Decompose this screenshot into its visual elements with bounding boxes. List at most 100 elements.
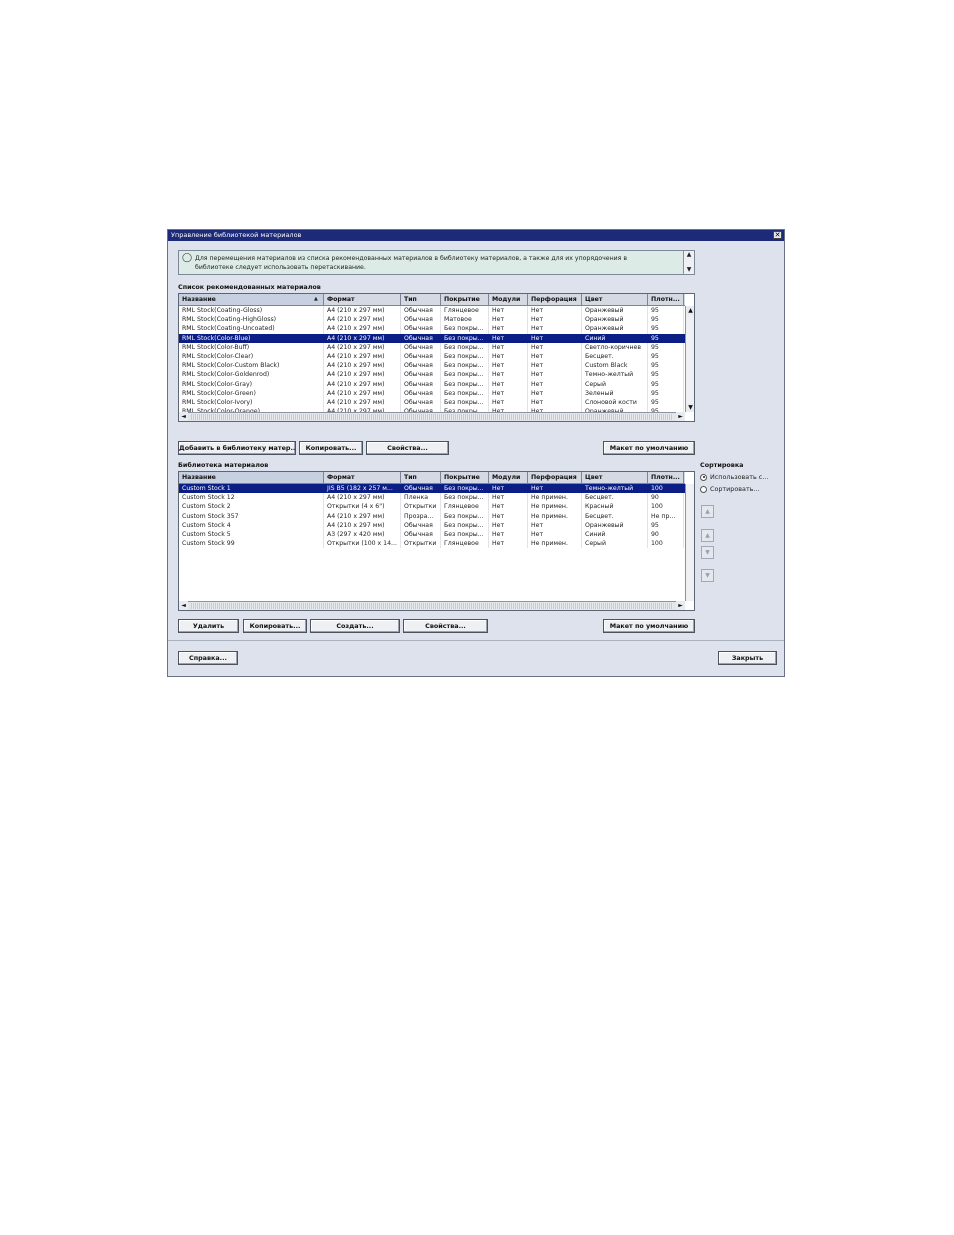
column-header[interactable]: Покрытие xyxy=(441,294,489,305)
table-row[interactable]: Custom Stock 357 A4 (210 x 297 мм) Прозра.… xyxy=(179,511,685,521)
column-header[interactable]: Модули xyxy=(489,472,528,483)
library-table[interactable]: Название Формат Тип Покрытие Модули Перфораци… xyxy=(178,471,695,611)
properties-library-button[interactable]: Свойства... xyxy=(403,619,488,633)
table-cell: Матовое xyxy=(441,315,489,325)
table-row[interactable]: Custom Stock 2 Открытки (4 x 6") Открытки Г… xyxy=(179,502,685,512)
table-row[interactable]: RML Stock(Color-Clear) A4 (210 x 297 мм) О… xyxy=(179,352,685,362)
move-top-icon[interactable]: ▲ xyxy=(701,505,714,518)
table-cell: Без покры... xyxy=(441,398,489,408)
vertical-scrollbar[interactable]: ▲ ▼ xyxy=(685,306,694,412)
table-cell: A3 (297 x 420 мм) xyxy=(324,530,401,540)
scroll-thumb[interactable] xyxy=(191,414,673,420)
table-row[interactable]: Custom Stock 99 Открытки (100 x 14... Откр… xyxy=(179,539,685,549)
table-cell: Нет xyxy=(528,388,582,398)
column-header[interactable]: Покрытие xyxy=(441,472,489,483)
table-cell: RML Stock(Color-Blue) xyxy=(179,333,324,343)
close-button[interactable]: Закрыть xyxy=(718,651,777,665)
table-cell: Обычная xyxy=(401,520,441,530)
column-header[interactable]: Название xyxy=(179,294,324,305)
table-cell: Обычная xyxy=(401,315,441,325)
delete-button[interactable]: Удалить xyxy=(178,619,239,633)
table-row[interactable]: RML Stock(Color-Blue) A4 (210 x 297 мм) Об… xyxy=(179,333,685,343)
copy-library-button[interactable]: Копировать... xyxy=(243,619,307,633)
table-cell: RML Stock(Color-Ivory) xyxy=(179,398,324,408)
table-cell: 100 xyxy=(648,502,684,512)
help-button[interactable]: Справка... xyxy=(178,651,238,665)
column-header[interactable]: Тип xyxy=(401,294,441,305)
table-cell: 95 xyxy=(648,388,684,398)
scroll-up-icon[interactable]: ▲ xyxy=(684,251,694,259)
column-header[interactable]: Плотн... xyxy=(648,472,684,483)
table-cell: Глянцевое xyxy=(441,502,489,512)
table-cell: Нет xyxy=(489,530,528,540)
table-row[interactable]: RML Stock(Color-Goldenrod) A4 (210 x 297 … xyxy=(179,370,685,380)
table-row[interactable]: Custom Stock 12 A4 (210 x 297 мм) Пленка Бе… xyxy=(179,493,685,503)
move-down-icon[interactable]: ▼ xyxy=(701,546,714,559)
table-row[interactable]: RML Stock(Color-Gray) A4 (210 x 297 мм) Об… xyxy=(179,379,685,389)
table-cell: Без покры... xyxy=(441,324,489,334)
column-header[interactable]: Перфорация xyxy=(528,472,582,483)
vertical-scrollbar[interactable] xyxy=(685,484,694,601)
column-header[interactable]: Формат xyxy=(324,472,401,483)
column-header[interactable]: Название xyxy=(179,472,324,483)
radio-empty-icon[interactable] xyxy=(700,485,707,493)
info-text: Для перемещения материалов из списка рек… xyxy=(195,255,675,272)
table-cell: Серый xyxy=(582,379,648,389)
table-row[interactable]: Custom Stock 5 A3 (297 x 420 мм) Обычная Бе… xyxy=(179,530,685,540)
default-layout-recommended-button[interactable]: Макет по умолчанию xyxy=(603,441,695,455)
create-button[interactable]: Создать... xyxy=(310,619,400,633)
close-icon[interactable]: ✕ xyxy=(773,231,782,239)
column-header[interactable]: Тип xyxy=(401,472,441,483)
horizontal-scrollbar[interactable]: ◄ ► xyxy=(179,601,685,610)
scroll-down-icon[interactable]: ▼ xyxy=(684,266,694,274)
table-cell: Обычная xyxy=(401,530,441,540)
table-cell: Обычная xyxy=(401,370,441,380)
radio-selected-icon[interactable] xyxy=(700,473,707,481)
column-header[interactable]: Цвет xyxy=(582,294,648,305)
scroll-right-icon[interactable]: ► xyxy=(676,412,685,421)
table-cell: Нет xyxy=(528,370,582,380)
table-cell: Темно-желтый xyxy=(582,484,648,494)
table-cell: Custom Black xyxy=(582,361,648,371)
column-header[interactable]: Цвет xyxy=(582,472,648,483)
scroll-up-icon[interactable]: ▲ xyxy=(686,306,694,315)
scroll-left-icon[interactable]: ◄ xyxy=(179,412,188,421)
column-header[interactable]: Формат xyxy=(324,294,401,305)
default-layout-library-button[interactable]: Макет по умолчанию xyxy=(603,619,695,633)
table-row[interactable]: RML Stock(Color-Green) A4 (210 x 297 мм) О… xyxy=(179,388,685,398)
table-cell: Обычная xyxy=(401,398,441,408)
table-row[interactable]: RML Stock(Coating-Gloss) A4 (210 x 297 мм… xyxy=(179,306,685,316)
table-row[interactable]: Custom Stock 4 A4 (210 x 297 мм) Обычная Бе… xyxy=(179,520,685,530)
scroll-thumb[interactable] xyxy=(191,603,673,609)
horizontal-scrollbar[interactable]: ◄ ► xyxy=(179,412,685,421)
column-header[interactable]: Перфорация xyxy=(528,294,582,305)
scroll-left-icon[interactable]: ◄ xyxy=(179,601,188,610)
table-row[interactable]: RML Stock(Color-Buff) A4 (210 x 297 мм) Об… xyxy=(179,342,685,352)
table-cell: A4 (210 x 297 мм) xyxy=(324,493,401,503)
properties-recommended-button[interactable]: Свойства... xyxy=(366,441,449,455)
column-header[interactable]: Модули xyxy=(489,294,528,305)
recommended-table[interactable]: Название Формат Тип Покрытие Модули Перфораци… xyxy=(178,293,695,422)
table-cell: Прозра... xyxy=(401,511,441,521)
add-to-library-button[interactable]: Добавить в библиотеку матер... xyxy=(178,441,296,455)
move-up-icon[interactable]: ▲ xyxy=(701,529,714,542)
table-row[interactable]: RML Stock(Coating-Uncoated) A4 (210 x 297… xyxy=(179,324,685,334)
sort-option-sort[interactable]: Сортировать... xyxy=(700,485,760,494)
column-header[interactable]: Плотн... xyxy=(648,294,684,305)
table-row[interactable]: Custom Stock 1 JIS B5 (182 x 257 м... Обыч… xyxy=(179,484,685,494)
table-cell: Нет xyxy=(489,315,528,325)
table-row[interactable]: RML Stock(Color-Ivory) A4 (210 x 297 мм) О… xyxy=(179,398,685,408)
table-row[interactable]: RML Stock(Coating-HighGloss) A4 (210 x 29… xyxy=(179,315,685,325)
scroll-down-icon[interactable]: ▼ xyxy=(686,403,694,412)
table-cell: Бесцвет. xyxy=(582,352,648,362)
table-cell: Нет xyxy=(489,520,528,530)
scroll-right-icon[interactable]: ► xyxy=(676,601,685,610)
table-cell: Нет xyxy=(489,539,528,549)
sort-option-use[interactable]: Использовать с... xyxy=(700,473,768,482)
table-cell: Бесцвет. xyxy=(582,511,648,521)
info-scrollbar[interactable]: ▲ ▼ xyxy=(683,251,694,274)
move-bottom-icon[interactable]: ▼ xyxy=(701,569,714,582)
table-row[interactable]: RML Stock(Color-Custom Black) A4 (210 x 2… xyxy=(179,361,685,371)
copy-recommended-button[interactable]: Копировать... xyxy=(299,441,363,455)
table-cell: Оранжевый xyxy=(582,324,648,334)
